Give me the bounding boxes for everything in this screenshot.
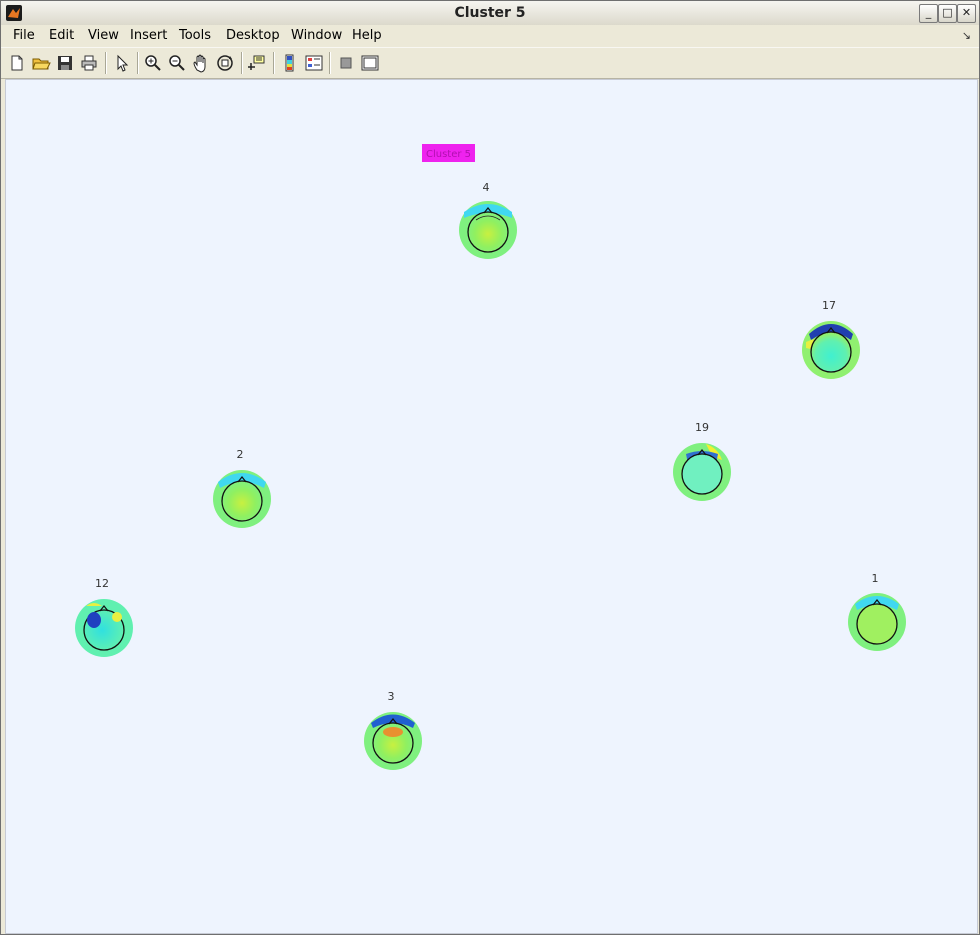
topoplot-4[interactable]: 4 bbox=[459, 181, 517, 259]
menu-bar: File Edit View Insert Tools Desktop Wind… bbox=[1, 25, 979, 47]
cluster-label-text: Cluster 5 bbox=[426, 149, 471, 160]
data-cursor-icon[interactable] bbox=[247, 53, 267, 73]
menu-tools[interactable]: Tools bbox=[179, 28, 211, 43]
title-bar[interactable]: Cluster 5 _ □ ✕ bbox=[1, 1, 979, 26]
topoplot-1[interactable]: 1 bbox=[848, 572, 906, 651]
topoplot-label: 17 bbox=[822, 299, 836, 312]
minimize-button[interactable]: _ bbox=[919, 4, 938, 23]
topoplot-head bbox=[467, 211, 509, 253]
print-icon[interactable] bbox=[79, 53, 99, 73]
figure-canvas[interactable]: Cluster 5 4 17 19 2 12 1 3 bbox=[5, 79, 978, 934]
zoom-out-icon[interactable] bbox=[167, 53, 187, 73]
topoplot-label: 2 bbox=[237, 448, 244, 461]
topoplot-region bbox=[87, 612, 101, 628]
pan-hand-icon[interactable] bbox=[191, 53, 211, 73]
menu-file[interactable]: File bbox=[13, 28, 35, 43]
topoplot-label: 12 bbox=[95, 577, 109, 590]
rotate-3d-icon[interactable] bbox=[215, 53, 235, 73]
menu-edit[interactable]: Edit bbox=[49, 28, 74, 43]
topoplot-region bbox=[112, 612, 122, 622]
topoplot-label: 1 bbox=[872, 572, 879, 585]
new-figure-icon[interactable] bbox=[7, 53, 27, 73]
figure-window: Cluster 5 _ □ ✕ File Edit View Insert To… bbox=[0, 0, 980, 935]
save-icon[interactable] bbox=[55, 53, 75, 73]
topoplot-layout: Cluster 5 4 17 19 2 12 1 3 bbox=[75, 144, 906, 770]
hide-plot-tools-icon[interactable] bbox=[336, 53, 356, 73]
topoplot-12[interactable]: 12 bbox=[75, 577, 133, 657]
topoplot-label: 4 bbox=[483, 181, 490, 194]
close-button[interactable]: ✕ bbox=[957, 4, 976, 23]
menu-desktop[interactable]: Desktop bbox=[226, 28, 280, 43]
topoplot-head bbox=[681, 453, 723, 495]
zoom-in-icon[interactable] bbox=[143, 53, 163, 73]
dock-arrow-icon[interactable]: ↘ bbox=[962, 29, 971, 42]
toolbar-separator bbox=[137, 52, 139, 74]
topoplot-2[interactable]: 2 bbox=[213, 448, 271, 528]
topoplot-region bbox=[383, 727, 403, 737]
toolbar-separator bbox=[329, 52, 331, 74]
open-file-icon[interactable] bbox=[31, 53, 51, 73]
toolbar-separator bbox=[241, 52, 243, 74]
topoplot-17[interactable]: 17 bbox=[802, 299, 860, 379]
toolbar-separator bbox=[105, 52, 107, 74]
topoplot-label: 19 bbox=[695, 421, 709, 434]
topoplot-3[interactable]: 3 bbox=[364, 690, 422, 770]
topoplot-19[interactable]: 19 bbox=[673, 421, 731, 501]
menu-help[interactable]: Help bbox=[352, 28, 382, 43]
menu-view[interactable]: View bbox=[88, 28, 119, 43]
colorbar-icon[interactable] bbox=[280, 53, 300, 73]
legend-icon[interactable] bbox=[304, 53, 324, 73]
topoplot-head bbox=[221, 480, 263, 522]
pointer-icon[interactable] bbox=[112, 53, 132, 73]
show-plot-tools-icon[interactable] bbox=[360, 53, 380, 73]
menu-window[interactable]: Window bbox=[291, 28, 342, 43]
menu-insert[interactable]: Insert bbox=[130, 28, 167, 43]
maximize-button[interactable]: □ bbox=[938, 4, 957, 23]
figure-toolbar bbox=[1, 47, 979, 79]
window-title: Cluster 5 bbox=[454, 5, 526, 21]
toolbar-separator bbox=[273, 52, 275, 74]
topoplot-head bbox=[856, 603, 898, 645]
topoplot-label: 3 bbox=[388, 690, 395, 703]
topoplot-head bbox=[810, 331, 852, 373]
